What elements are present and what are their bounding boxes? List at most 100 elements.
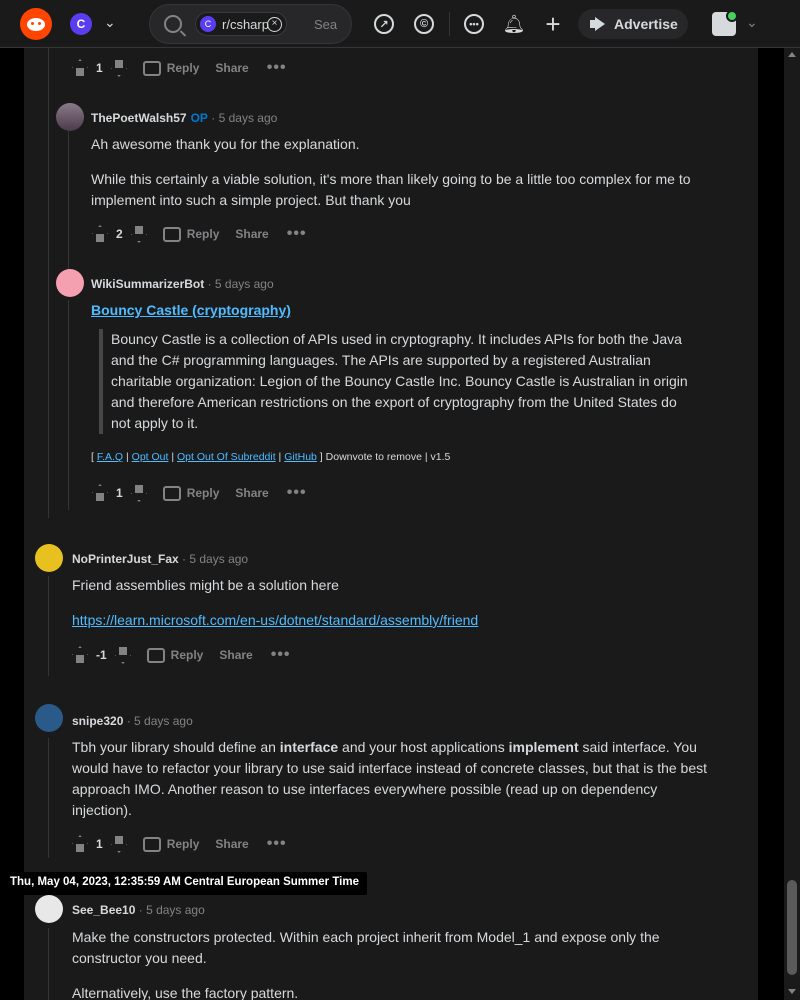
subreddit-chip-icon: C <box>200 16 216 32</box>
downvote-icon[interactable] <box>109 58 129 78</box>
timestamp[interactable]: · 5 days ago <box>182 552 248 566</box>
opt-out-subreddit-link[interactable]: Opt Out Of Subreddit <box>177 451 276 463</box>
thread-line[interactable] <box>48 738 49 858</box>
comment-paragraph: Alternatively, use the factory pattern. <box>72 985 299 1000</box>
footer-sep: | <box>168 451 177 463</box>
faq-link[interactable]: F.A.Q <box>97 451 123 463</box>
notification-bell-icon[interactable]: 🔔︎ <box>503 13 526 35</box>
thread-line[interactable] <box>48 576 49 676</box>
comment-icon <box>146 647 165 663</box>
reply-button[interactable]: Reply <box>146 647 204 663</box>
reply-label: Reply <box>166 837 200 851</box>
vote-score: 1 <box>96 837 103 851</box>
comment-body: Friend assemblies might be a solution he… <box>72 575 712 631</box>
share-button[interactable]: Share <box>235 486 268 500</box>
avatar[interactable] <box>35 895 63 923</box>
thread-line[interactable] <box>68 300 69 510</box>
footer-sep: | <box>275 451 285 463</box>
more-options-icon[interactable]: ••• <box>287 226 307 242</box>
search-input[interactable]: Sea <box>314 17 337 32</box>
comment-header: ThePoetWalsh57 OP · 5 days ago <box>91 111 277 125</box>
opt-out-link[interactable]: Opt Out <box>132 451 169 463</box>
chevron-down-icon[interactable]: ⌄ <box>104 14 116 31</box>
comment-actions: 1 Reply Share ••• <box>70 832 287 856</box>
create-post-icon[interactable]: + <box>542 9 564 39</box>
comment-paragraph: Tbh your library should define an interf… <box>72 739 708 818</box>
timestamp[interactable]: · 5 days ago <box>139 903 205 917</box>
comment-actions: 1 Reply Share ••• <box>90 481 307 505</box>
scroll-down-arrow-icon[interactable] <box>788 989 796 994</box>
thread-line[interactable] <box>48 928 49 1000</box>
comment-header: NoPrinterJust_Fax · 5 days ago <box>72 552 248 566</box>
author-name[interactable]: ThePoetWalsh57 <box>91 111 187 125</box>
user-avatar[interactable] <box>712 10 738 36</box>
comment-icon <box>142 836 161 852</box>
clear-filter-icon[interactable]: × <box>267 17 282 32</box>
author-name[interactable]: See_Bee10 <box>72 903 135 917</box>
reply-label: Reply <box>186 227 220 241</box>
megaphone-icon <box>590 17 606 31</box>
github-link[interactable]: GitHub <box>284 451 317 463</box>
vote-score: 1 <box>116 486 123 500</box>
comment-icon <box>142 60 161 76</box>
reply-button[interactable]: Reply <box>142 836 200 852</box>
upvote-icon[interactable] <box>90 483 110 503</box>
share-button[interactable]: Share <box>215 61 248 75</box>
comment-paragraph: Make the constructors protected. Within … <box>72 929 660 966</box>
timestamp[interactable]: · 5 days ago <box>208 277 274 291</box>
author-name[interactable]: NoPrinterJust_Fax <box>72 552 179 566</box>
timestamp[interactable]: · 5 days ago <box>211 111 277 125</box>
scroll-up-arrow-icon[interactable] <box>788 52 796 57</box>
reply-button[interactable]: Reply <box>142 60 200 76</box>
more-options-icon[interactable]: ••• <box>271 647 291 663</box>
avatar[interactable] <box>35 544 63 572</box>
avatar[interactable] <box>35 704 63 732</box>
thread-line[interactable] <box>68 130 69 290</box>
bot-footer: [ F.A.Q | Opt Out | Opt Out Of Subreddit… <box>91 451 450 463</box>
author-name[interactable]: snipe320 <box>72 714 123 728</box>
more-options-icon[interactable]: ••• <box>267 60 287 76</box>
upvote-icon[interactable] <box>70 645 90 665</box>
chat-icon[interactable]: ••• <box>463 13 485 35</box>
downvote-icon[interactable] <box>113 645 133 665</box>
advertise-button[interactable]: Advertise <box>578 9 688 39</box>
author-name[interactable]: WikiSummarizerBot <box>91 277 204 291</box>
advertise-label: Advertise <box>614 16 678 32</box>
upvote-icon[interactable] <box>70 834 90 854</box>
wiki-link-title[interactable]: Bouncy Castle (cryptography) <box>91 302 291 318</box>
reply-button[interactable]: Reply <box>162 485 219 501</box>
subreddit-filter-chip[interactable]: C r/csharp × <box>195 12 287 36</box>
more-options-icon[interactable]: ••• <box>267 836 287 852</box>
downvote-icon[interactable] <box>129 224 149 244</box>
comment-header: snipe320 · 5 days ago <box>72 714 193 728</box>
upvote-icon[interactable] <box>70 58 90 78</box>
share-button[interactable]: Share <box>215 837 248 851</box>
scrollbar-thumb[interactable] <box>787 880 797 975</box>
avatar[interactable] <box>56 269 84 297</box>
timestamp-tooltip: Thu, May 04, 2023, 12:35:59 AM Central E… <box>2 872 367 895</box>
reply-label: Reply <box>170 648 204 662</box>
reply-button[interactable]: Reply <box>162 226 220 242</box>
timestamp[interactable]: · 5 days ago <box>127 714 193 728</box>
comment-body: Make the constructors protected. Within … <box>72 927 722 1000</box>
upvote-icon[interactable] <box>90 224 110 244</box>
external-link[interactable]: https://learn.microsoft.com/en-us/dotnet… <box>72 612 478 628</box>
avatar[interactable] <box>56 103 84 131</box>
comment-header: WikiSummarizerBot · 5 days ago <box>91 277 274 291</box>
share-button[interactable]: Share <box>235 227 268 241</box>
reply-label: Reply <box>166 61 200 75</box>
user-menu-chevron-icon[interactable]: ⌄ <box>746 14 758 31</box>
subreddit-icon[interactable]: C <box>70 13 92 35</box>
more-options-icon[interactable]: ••• <box>287 485 307 501</box>
reddit-logo-icon[interactable] <box>20 8 52 40</box>
downvote-icon[interactable] <box>129 483 149 503</box>
popular-icon[interactable]: ↗ <box>373 13 395 35</box>
search-bar[interactable]: C r/csharp × Sea <box>149 4 352 44</box>
thread-line[interactable] <box>48 48 49 518</box>
coins-icon[interactable]: © <box>413 13 435 35</box>
downvote-icon[interactable] <box>109 834 129 854</box>
share-button[interactable]: Share <box>219 648 252 662</box>
footer-sep: | <box>123 451 132 463</box>
page-scrollbar[interactable] <box>784 48 800 1000</box>
wiki-summary-quote: Bouncy Castle is a collection of APIs us… <box>99 329 699 434</box>
